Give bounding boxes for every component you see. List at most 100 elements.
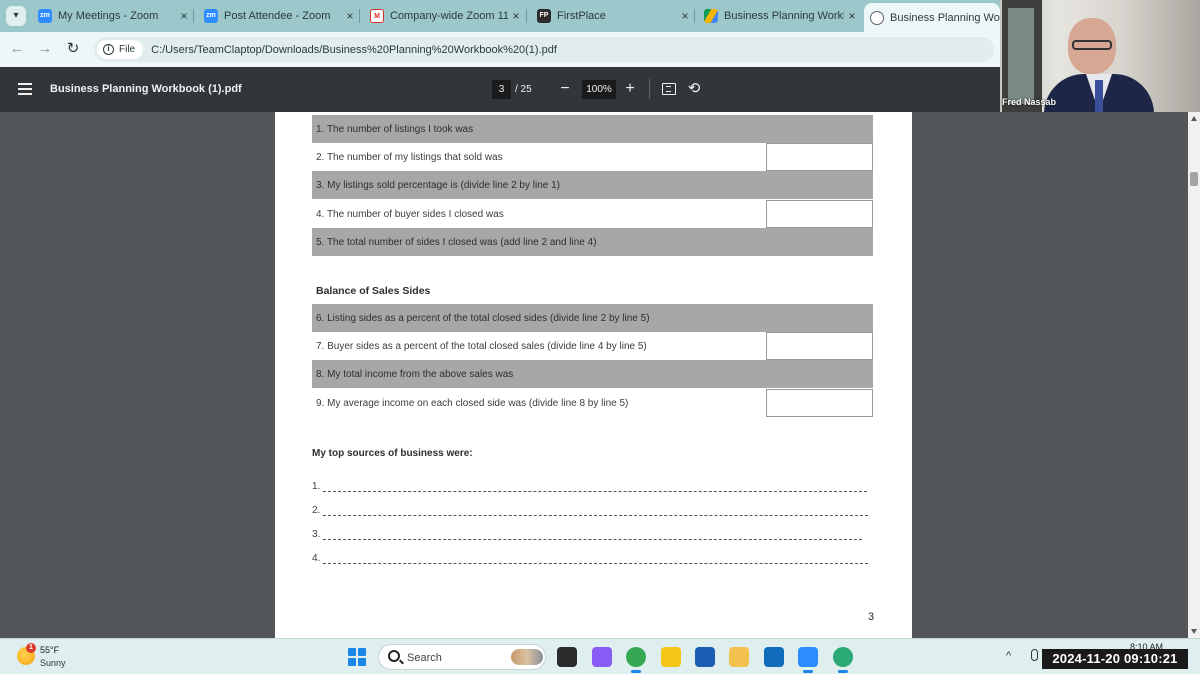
- file-explorer-icon[interactable]: [729, 647, 749, 667]
- chevron-up-icon[interactable]: ^: [1006, 650, 1011, 662]
- store-icon[interactable]: [695, 647, 715, 667]
- scroll-down-arrow-icon[interactable]: [1191, 629, 1197, 634]
- running-indicator: [803, 670, 813, 673]
- back-arrow-icon[interactable]: ←: [7, 39, 27, 59]
- tab-label: Post Attendee - Zoom: [224, 10, 331, 22]
- search-icon: [388, 650, 400, 662]
- running-indicator: [838, 670, 848, 673]
- address-bar[interactable]: i File C:/Users/TeamClaptop/Downloads/Bu…: [94, 37, 994, 62]
- row-label: 5. The total number of sides I closed wa…: [316, 236, 597, 248]
- sticky-app-icon[interactable]: [661, 647, 681, 667]
- tab-firstplace[interactable]: FP FirstPlace ×: [531, 4, 693, 28]
- dashed-rule: [323, 491, 867, 492]
- source-entry-line[interactable]: 1.: [312, 481, 874, 495]
- site-info-chip[interactable]: i File: [97, 40, 144, 59]
- windows-taskbar: 1 55°F Sunny Search ^ 8:10 AM 2024-11-20…: [0, 638, 1200, 674]
- url-text[interactable]: C:/Users/TeamClaptop/Downloads/Business%…: [151, 44, 557, 56]
- sources-heading: My top sources of business were:: [312, 448, 473, 459]
- table-row: 5. The total number of sides I closed wa…: [312, 227, 873, 256]
- source-entry-line[interactable]: 3.: [312, 529, 874, 543]
- task-view-icon[interactable]: [557, 647, 577, 667]
- hamburger-menu-icon[interactable]: [18, 83, 32, 95]
- source-number: 4.: [312, 553, 321, 564]
- toolbar-divider: [649, 79, 650, 99]
- running-indicator: [631, 670, 641, 673]
- tab-search-dropdown[interactable]: ▾: [6, 6, 26, 26]
- source-number: 3.: [312, 529, 321, 540]
- close-icon[interactable]: ×: [176, 9, 192, 23]
- close-icon[interactable]: ×: [677, 9, 693, 23]
- search-label: Search: [407, 652, 442, 664]
- source-number: 1.: [312, 481, 321, 492]
- row-label: 2. The number of my listings that sold w…: [316, 152, 503, 164]
- vertical-scrollbar[interactable]: [1188, 112, 1200, 638]
- webcam-video-overlay: Fred Nassab: [1000, 0, 1200, 112]
- close-icon[interactable]: ×: [342, 9, 358, 23]
- tab-business-planning-pdf[interactable]: Business Planning Workbo: [864, 3, 1000, 32]
- zoom-in-button[interactable]: +: [621, 78, 639, 100]
- answer-box[interactable]: [766, 199, 873, 228]
- weather-temperature[interactable]: 55°F: [40, 645, 59, 655]
- source-entry-line[interactable]: 4.: [312, 553, 874, 567]
- dashed-rule: [323, 539, 862, 540]
- answer-box[interactable]: [766, 388, 873, 417]
- tab-business-planning-drive[interactable]: Business Planning Workbo ×: [698, 4, 860, 28]
- zoom-favicon-icon: zm: [38, 9, 52, 23]
- reload-icon[interactable]: ↻: [63, 39, 83, 59]
- participant-name: Fred Nassab: [1002, 97, 1057, 107]
- pdf-page: 1. The number of listings I took was 2. T…: [275, 112, 912, 638]
- rotate-icon[interactable]: ⟲: [686, 80, 702, 98]
- gmail-icon: M: [370, 9, 384, 23]
- zoom-icon[interactable]: [798, 647, 818, 667]
- table-row: 6. Listing sides as a percent of the tot…: [312, 304, 873, 332]
- scroll-thumb[interactable]: [1190, 172, 1198, 186]
- edge-icon[interactable]: [833, 647, 853, 667]
- page-number-input[interactable]: 3: [492, 80, 511, 99]
- table-row: 1. The number of listings I took was: [312, 115, 873, 143]
- outlook-icon[interactable]: [764, 647, 784, 667]
- notification-badge: 1: [26, 643, 36, 653]
- zoom-favicon-icon: zm: [204, 9, 218, 23]
- answer-box[interactable]: [766, 332, 873, 361]
- close-icon[interactable]: ×: [844, 9, 860, 23]
- tab-separator: [526, 9, 527, 23]
- pdf-title: Business Planning Workbook (1).pdf: [50, 83, 242, 95]
- row-label: 7. Buyer sides as a percent of the total…: [316, 341, 647, 353]
- tab-company-wide-zoom[interactable]: M Company-wide Zoom 11/2 ×: [364, 4, 524, 28]
- balance-heading: Balance of Sales Sides: [316, 285, 431, 297]
- taskbar-search[interactable]: Search: [378, 644, 546, 670]
- table-row: 4. The number of buyer sides I closed wa…: [312, 199, 873, 228]
- table-row: 2. The number of my listings that sold w…: [312, 143, 873, 172]
- pdf-document-area[interactable]: 1. The number of listings I took was 2. T…: [0, 112, 1188, 638]
- scroll-up-arrow-icon[interactable]: [1191, 116, 1197, 121]
- search-highlight-image: [511, 649, 543, 665]
- tab-post-attendee[interactable]: zm Post Attendee - Zoom ×: [198, 4, 358, 28]
- zoom-out-button[interactable]: −: [556, 78, 574, 100]
- windows-start-icon[interactable]: [348, 648, 366, 666]
- tab-my-meetings[interactable]: zm My Meetings - Zoom ×: [32, 4, 192, 28]
- forward-arrow-icon[interactable]: →: [35, 39, 55, 59]
- microphone-icon[interactable]: [1031, 649, 1038, 661]
- dashed-rule: [323, 515, 868, 516]
- dashed-rule: [323, 563, 868, 564]
- firstplace-favicon-icon: FP: [537, 9, 551, 23]
- answer-box[interactable]: [766, 143, 873, 172]
- table-row: 8. My total income from the above sales …: [312, 360, 873, 389]
- fit-to-page-icon[interactable]: [662, 83, 676, 95]
- tab-separator: [694, 9, 695, 23]
- tab-label: My Meetings - Zoom: [58, 10, 159, 22]
- source-number: 2.: [312, 505, 321, 516]
- info-icon: i: [103, 44, 114, 55]
- table-row: 9. My average income on each closed side…: [312, 388, 873, 417]
- copilot-icon[interactable]: [592, 647, 612, 667]
- zoom-level-input[interactable]: 100%: [582, 80, 616, 99]
- timestamp-overlay: 2024-11-20 09:10:21: [1042, 649, 1188, 669]
- weather-condition[interactable]: Sunny: [40, 658, 66, 668]
- globe-icon: [870, 10, 884, 25]
- scheme-label: File: [119, 44, 136, 55]
- row-label: 1. The number of listings I took was: [316, 124, 474, 135]
- chrome-icon[interactable]: [626, 647, 646, 667]
- webcam-window-frame: [1002, 0, 1042, 112]
- close-icon[interactable]: ×: [508, 9, 524, 23]
- source-entry-line[interactable]: 2.: [312, 505, 874, 519]
